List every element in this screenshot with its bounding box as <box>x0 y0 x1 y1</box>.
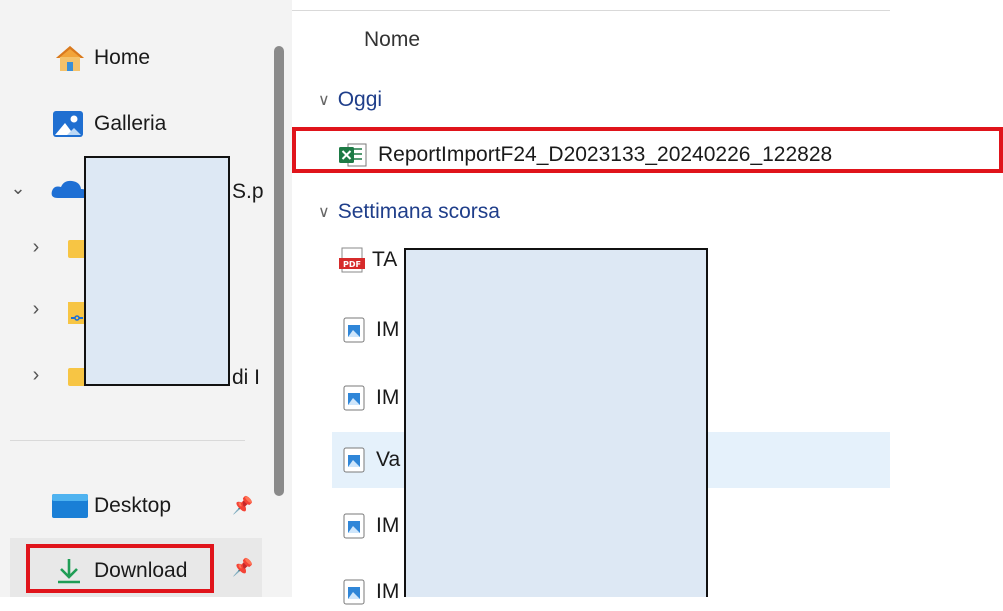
pdf-icon: PDF <box>338 247 366 273</box>
group-header-today[interactable]: ∨ Oggi <box>318 88 382 112</box>
file-row[interactable]: PDF TA <box>338 246 397 274</box>
nav-item-desktop[interactable]: Desktop <box>52 490 171 522</box>
header-divider <box>292 10 890 11</box>
desktop-folder-icon <box>52 493 88 519</box>
tree-item-label-fragment: di I <box>232 366 261 389</box>
file-row[interactable]: IM <box>342 512 399 540</box>
chevron-down-icon: ∨ <box>318 204 330 221</box>
gallery-icon <box>52 109 86 139</box>
chevron-down-icon: ∨ <box>318 92 330 109</box>
file-row[interactable]: IM <box>342 578 399 606</box>
group-today-label: Oggi <box>337 88 383 111</box>
chevron-right-icon[interactable]: › <box>26 236 46 259</box>
navigation-scrollbar-thumb[interactable] <box>274 46 284 496</box>
pin-icon[interactable]: 📌 <box>232 558 253 578</box>
file-name: Va <box>376 448 401 471</box>
home-icon <box>52 43 88 73</box>
image-file-icon <box>342 513 366 539</box>
group-header-last-week[interactable]: ∨ Settimana scorsa <box>318 200 500 224</box>
file-row-selected[interactable]: Va <box>342 446 400 474</box>
chevron-down-icon[interactable]: ⌄ <box>8 178 28 199</box>
file-name: IM <box>376 580 400 603</box>
file-row[interactable]: IM <box>342 384 399 412</box>
image-file-icon <box>342 317 366 343</box>
nav-home-label: Home <box>94 46 151 69</box>
file-name: IM <box>376 514 400 537</box>
chevron-right-icon[interactable]: › <box>26 364 46 387</box>
onedrive-label-fragment: S.p <box>232 180 264 203</box>
redacted-area <box>84 156 230 386</box>
nav-gallery-label: Galleria <box>94 112 167 135</box>
file-name: TA <box>372 248 398 271</box>
chevron-right-icon[interactable]: › <box>26 298 46 321</box>
column-header-name[interactable]: Nome <box>364 28 420 52</box>
pin-icon[interactable]: 📌 <box>232 496 253 516</box>
redacted-area <box>404 248 708 597</box>
nav-desktop-label: Desktop <box>94 494 172 517</box>
image-file-icon <box>342 447 366 473</box>
nav-divider <box>10 440 245 441</box>
group-last-week-label: Settimana scorsa <box>337 200 500 223</box>
file-name: IM <box>376 386 400 409</box>
svg-text:PDF: PDF <box>343 260 361 269</box>
file-row[interactable]: IM <box>342 316 399 344</box>
image-file-icon <box>342 385 366 411</box>
nav-item-gallery[interactable]: Galleria <box>52 106 166 142</box>
file-name: IM <box>376 318 400 341</box>
image-file-icon <box>342 579 366 605</box>
nav-item-home[interactable]: Home <box>52 40 150 76</box>
red-highlight-today-file <box>292 127 1003 173</box>
red-highlight-download <box>26 544 214 593</box>
